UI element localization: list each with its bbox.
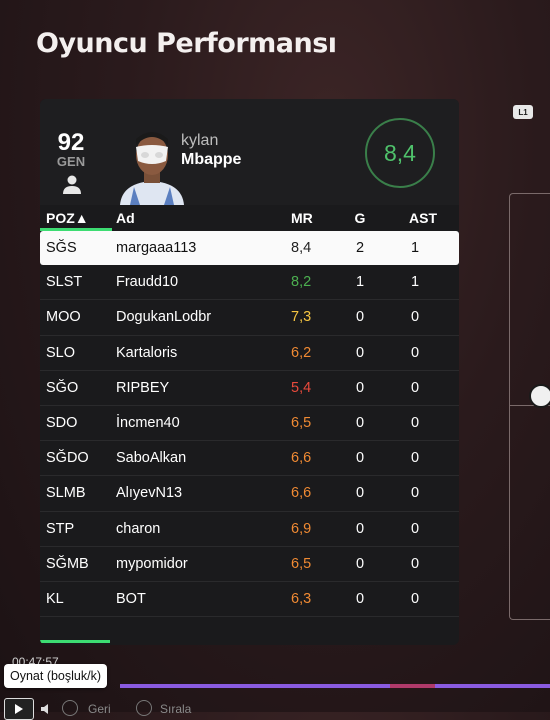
player-position: SLMB [46, 485, 86, 502]
player-username: charon [116, 520, 161, 537]
player-username: margaaa113 [116, 240, 197, 256]
assists: 0 [410, 344, 420, 361]
player-photo [120, 132, 184, 205]
header-pos[interactable]: POZ▲ [46, 210, 89, 226]
match-rating: 6,5 [291, 555, 312, 572]
person-icon [63, 175, 81, 194]
play-icon [15, 704, 23, 714]
player-username: DogukanLodbr [116, 309, 212, 326]
player-position: KL [46, 590, 64, 607]
player-position: SĞO [46, 379, 79, 396]
goals: 0 [355, 485, 365, 502]
match-rating: 6,6 [291, 485, 312, 502]
table-row[interactable]: SLO Kartaloris 6,2 0 0 [40, 336, 459, 371]
match-rating: 6,5 [291, 414, 312, 431]
match-rating: 8,2 [291, 274, 312, 291]
sort-icon[interactable] [136, 700, 152, 716]
player-username: BOT [116, 590, 146, 607]
goals: 0 [355, 520, 365, 537]
assists: 0 [410, 450, 420, 467]
match-rating: 7,3 [291, 309, 312, 326]
goals: 0 [355, 414, 365, 431]
player-position: STP [46, 520, 75, 537]
stats-table: POZ▲ Ad MR G AST SĞS margaaa113 8,4 2 1 SLST F… [40, 205, 459, 618]
table-row[interactable]: SĞDO SaboAlkan 6,6 0 0 [40, 441, 459, 477]
volume-icon[interactable] [40, 703, 54, 715]
table-row[interactable]: SĞMB mypomidor 6,5 0 0 [40, 547, 459, 582]
player-card[interactable]: 92 GEN kylan Mbappe 8,4 [40, 99, 459, 205]
goals: 0 [355, 344, 365, 361]
match-rating: 6,2 [291, 344, 312, 361]
goals: 0 [355, 590, 365, 607]
table-row[interactable]: MOO DogukanLodbr 7,3 0 0 [40, 300, 459, 336]
header-mr[interactable]: MR [291, 210, 313, 226]
match-rating: 6,9 [291, 520, 312, 537]
assists: 0 [410, 520, 420, 537]
match-rating: 5,4 [291, 379, 312, 396]
assists: 0 [410, 379, 420, 396]
back-label[interactable]: Geri [88, 702, 111, 716]
player-position: SĞS [46, 240, 77, 256]
rating-block: 92 GEN [52, 131, 90, 169]
sort-label[interactable]: Sırala [160, 702, 191, 716]
assists: 0 [410, 485, 420, 502]
play-button[interactable] [4, 698, 34, 720]
pitch-position-marker[interactable] [529, 384, 550, 408]
player-username: Kartaloris [116, 344, 178, 361]
assists: 0 [410, 590, 420, 607]
player-username: İncmen40 [116, 414, 180, 431]
assists: 1 [410, 240, 420, 256]
match-rating: 6,6 [291, 450, 312, 467]
goals: 0 [355, 450, 365, 467]
player-position: SĞDO [46, 450, 89, 467]
table-row[interactable]: STP charon 6,9 0 0 [40, 512, 459, 547]
goals: 1 [355, 274, 365, 291]
table-row[interactable]: SLST Fraudd10 8,2 1 1 [40, 265, 459, 301]
goals: 0 [355, 309, 365, 326]
header-g[interactable]: G [354, 210, 366, 226]
header-name[interactable]: Ad [116, 210, 135, 226]
table-body: SĞS margaaa113 8,4 2 1 SLST Fraudd10 8,2 1 1 MOO Do… [40, 231, 459, 618]
assists: 0 [410, 414, 420, 431]
player-position: SLO [46, 344, 76, 361]
back-icon[interactable] [62, 700, 78, 716]
goals: 0 [355, 379, 365, 396]
player-username: mypomidor [116, 555, 188, 572]
match-rating: 6,3 [291, 590, 312, 607]
performance-panel: 92 GEN kylan Mbappe 8,4 POZ▲ Ad MR G AST… [40, 99, 459, 645]
play-tooltip: Oynat (boşluk/k) [4, 664, 108, 688]
bottom-accent [40, 640, 110, 643]
player-position: MOO [46, 309, 81, 326]
player-last-name: Mbappe [181, 151, 242, 168]
match-rating: 8,4 [291, 240, 312, 256]
overall-rating: 92 [57, 129, 85, 156]
assists: 0 [410, 555, 420, 572]
player-position: SĞMB [46, 555, 89, 572]
video-progress-bar[interactable] [120, 684, 550, 688]
player-first-name: kylan [181, 132, 219, 149]
goals: 0 [355, 555, 365, 572]
assists: 0 [410, 309, 420, 326]
table-row[interactable]: KL BOT 6,3 0 0 [40, 582, 459, 618]
player-username: RIPBEY [116, 379, 170, 396]
table-row[interactable]: SLMB AlıyevN13 6,6 0 0 [40, 476, 459, 512]
page-title: Oyuncu Performansı [36, 28, 337, 59]
progress-marker [390, 684, 435, 688]
player-username: AlıyevN13 [116, 485, 183, 502]
overall-rating-label: GEN [56, 154, 86, 169]
table-row[interactable]: SĞO RIPBEY 5,4 0 0 [40, 371, 459, 406]
player-username: Fraudd10 [116, 274, 179, 291]
player-username: SaboAlkan [116, 450, 187, 467]
table-header: POZ▲ Ad MR G AST [40, 205, 459, 231]
player-position: SDO [46, 414, 78, 431]
header-ast[interactable]: AST [409, 210, 437, 226]
table-row[interactable]: SĞS margaaa113 8,4 2 1 [40, 231, 459, 266]
table-row[interactable]: SDO İncmen40 6,5 0 0 [40, 406, 459, 442]
goals: 2 [355, 240, 365, 256]
assists: 1 [410, 274, 420, 291]
match-rating-circle: 8,4 [365, 118, 435, 188]
player-name: kylan Mbappe [181, 132, 241, 169]
player-position: SLST [46, 274, 83, 291]
l1-badge[interactable]: L1 [513, 105, 533, 119]
